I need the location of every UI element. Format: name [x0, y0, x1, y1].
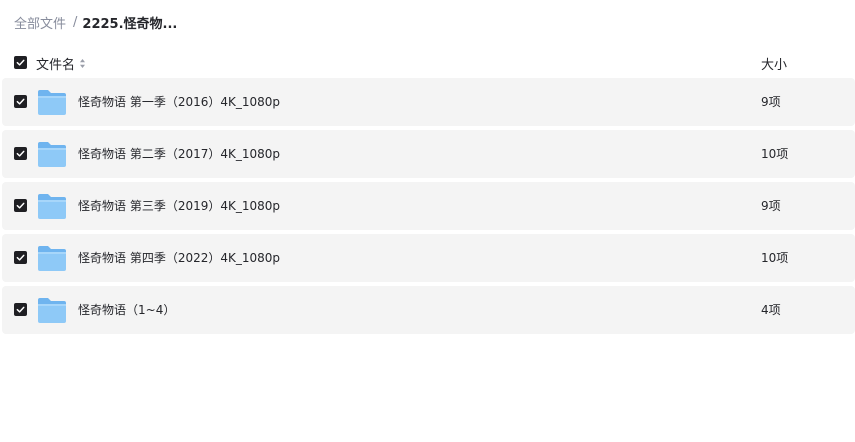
folder-icon — [37, 244, 67, 272]
row-checkbox[interactable] — [14, 147, 27, 160]
file-browser: 全部文件 / 2225.怪奇物... 文件名 大小 怪奇物语 第一季（2016）… — [0, 0, 855, 442]
check-icon — [16, 202, 25, 209]
file-name[interactable]: 怪奇物语 第三季（2019）4K_1080p — [78, 197, 280, 214]
breadcrumb: 全部文件 / 2225.怪奇物... — [14, 11, 177, 33]
file-size: 4项 — [761, 303, 781, 317]
sort-icon[interactable] — [79, 58, 86, 70]
check-icon — [16, 59, 25, 66]
sort-arrows-icon — [80, 59, 86, 68]
file-list-header: 文件名 大小 — [0, 50, 855, 76]
breadcrumb-current: 2225.怪奇物... — [82, 16, 178, 32]
file-size: 10项 — [761, 147, 789, 161]
file-name[interactable]: 怪奇物语 第二季（2017）4K_1080p — [78, 145, 280, 162]
row-checkbox[interactable] — [14, 199, 27, 212]
folder-icon — [37, 192, 67, 220]
file-row[interactable]: 怪奇物语 第二季（2017）4K_1080p 10项 — [2, 130, 855, 178]
file-list: 怪奇物语 第一季（2016）4K_1080p 9项 怪奇物语 第二季（2017）… — [2, 78, 855, 338]
column-header-size[interactable]: 大小 — [761, 54, 787, 73]
file-name[interactable]: 怪奇物语 第一季（2016）4K_1080p — [78, 93, 280, 110]
file-size: 9项 — [761, 199, 781, 213]
folder-icon — [37, 88, 67, 116]
row-checkbox[interactable] — [14, 251, 27, 264]
file-row[interactable]: 怪奇物语（1~4） 4项 — [2, 286, 855, 334]
row-checkbox[interactable] — [14, 95, 27, 108]
folder-icon — [37, 296, 67, 324]
check-icon — [16, 306, 25, 313]
check-icon — [16, 98, 25, 105]
folder-icon — [37, 140, 67, 168]
breadcrumb-root-link[interactable]: 全部文件 — [14, 13, 66, 32]
file-name[interactable]: 怪奇物语（1~4） — [78, 301, 175, 318]
file-row[interactable]: 怪奇物语 第一季（2016）4K_1080p 9项 — [2, 78, 855, 126]
file-row[interactable]: 怪奇物语 第四季（2022）4K_1080p 10项 — [2, 234, 855, 282]
file-name[interactable]: 怪奇物语 第四季（2022）4K_1080p — [78, 249, 280, 266]
file-size: 9项 — [761, 95, 781, 109]
check-icon — [16, 254, 25, 261]
row-checkbox[interactable] — [14, 303, 27, 316]
file-size: 10项 — [761, 251, 789, 265]
column-header-name[interactable]: 文件名 — [36, 54, 86, 73]
breadcrumb-separator: / — [73, 14, 78, 30]
check-icon — [16, 150, 25, 157]
file-row[interactable]: 怪奇物语 第三季（2019）4K_1080p 9项 — [2, 182, 855, 230]
select-all-checkbox[interactable] — [14, 56, 27, 69]
column-header-name-label: 文件名 — [36, 58, 76, 73]
